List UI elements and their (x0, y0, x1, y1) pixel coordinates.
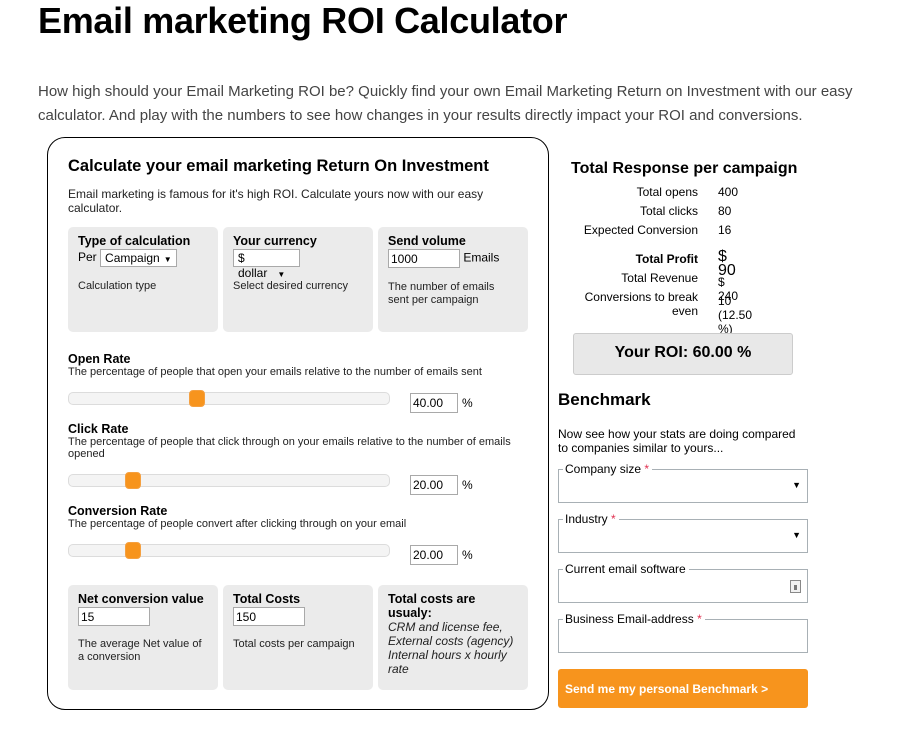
email-software-input[interactable]: Current email software (558, 562, 808, 603)
open-rate-title: Open Rate (68, 352, 131, 366)
currency-value: $ dollar (238, 251, 268, 280)
company-size-label-text: Company size (565, 462, 642, 476)
costs-info-line: CRM and license fee, (388, 620, 503, 634)
costs-info-line: Internal hours x hourly rate (388, 648, 507, 676)
email-software-label: Current email software (563, 562, 689, 576)
currency-note: Select desired currency (233, 280, 348, 292)
net-conversion-title: Net conversion value (78, 592, 204, 606)
business-email-label: Business Email-address * (563, 612, 705, 626)
click-rate-description: The percentage of people that click thro… (68, 436, 511, 460)
result-value: 80 (718, 204, 732, 218)
total-costs-title: Total Costs (233, 592, 301, 606)
send-volume-unit: Emails (463, 250, 500, 265)
click-rate-slider[interactable] (68, 472, 390, 489)
per-label: Per (78, 250, 97, 265)
chevron-down-icon: ▼ (277, 270, 286, 279)
business-email-input[interactable]: Business Email-address * (558, 612, 808, 653)
required-mark: * (644, 462, 650, 476)
profit-label: Total Profit (635, 252, 698, 266)
roi-calculator-card: Calculate your email marketing Return On… (47, 137, 549, 710)
required-mark: * (697, 612, 702, 626)
chevron-down-icon: ▼ (163, 255, 172, 264)
conversion-rate-slider[interactable] (68, 542, 390, 559)
calculator-heading: Calculate your email marketing Return On… (68, 157, 489, 175)
net-conversion-input[interactable]: 15 (78, 607, 150, 626)
industry-select[interactable]: Industry * ▼ (558, 512, 808, 553)
business-email-label-text: Business Email-address (565, 612, 694, 626)
total-costs-box: Total Costs 150 Total costs per campaign (223, 585, 373, 690)
results-heading: Total Response per campaign (571, 160, 798, 177)
click-rate-title: Click Rate (68, 422, 129, 436)
breakeven-label: Conversions to break even (584, 290, 698, 318)
conversion-rate-slider-handle[interactable] (125, 542, 141, 559)
conversion-rate-title: Conversion Rate (68, 504, 168, 518)
industry-label: Industry * (563, 512, 619, 526)
conversion-rate-input[interactable]: 20.00 (410, 545, 458, 565)
revenue-label: Total Revenue (621, 271, 698, 285)
chevron-down-icon: ▼ (792, 480, 801, 490)
net-conversion-box: Net conversion value 15 The average Net … (68, 585, 218, 690)
result-label: Expected Conversion (583, 223, 698, 237)
currency-select[interactable]: $ dollar ▼ (233, 249, 300, 280)
type-of-calculation-box: Type of calculation Per Campaign ▼ Calcul… (68, 227, 218, 332)
company-size-label: Company size * (563, 462, 653, 476)
open-rate-description: The percentage of people that open your … (68, 366, 482, 378)
company-size-select[interactable]: Company size * ▼ (558, 462, 808, 503)
benchmark-heading: Benchmark (558, 390, 651, 409)
roi-result: Your ROI: 60.00 % (573, 333, 793, 375)
calculation-type-value: Campaign (105, 251, 160, 265)
currency-title: Your currency (233, 234, 317, 248)
intro-text: How high should your Email Marketing ROI… (38, 83, 853, 124)
result-value: 400 (718, 185, 739, 199)
open-rate-slider[interactable] (68, 390, 390, 407)
calculator-description: Email marketing is famous for it's high … (68, 187, 484, 215)
result-label: Total opens (636, 185, 698, 199)
profit-value: $ 90 (718, 248, 736, 279)
page-title: Email marketing ROI Calculator (38, 0, 568, 41)
result-label: Total clicks (639, 204, 698, 218)
type-of-calculation-title: Type of calculation (78, 234, 191, 248)
send-benchmark-button[interactable]: Send me my personal Benchmark > (558, 669, 808, 708)
total-costs-note: Total costs per campaign (233, 638, 355, 650)
click-rate-slider-handle[interactable] (125, 472, 141, 489)
costs-info-line: External costs (agency) (388, 634, 514, 648)
conversion-rate-description: The percentage of people convert after c… (68, 518, 407, 530)
send-volume-box: Send volume 1000 Emails The number of em… (378, 227, 528, 332)
open-rate-unit: % (462, 396, 473, 410)
conversion-rate-unit: % (462, 548, 473, 562)
click-rate-unit: % (462, 478, 473, 492)
open-rate-section: Open Rate The percentage of people that … (68, 352, 528, 413)
send-volume-title: Send volume (388, 234, 466, 248)
click-rate-input[interactable]: 20.00 (410, 475, 458, 495)
benchmark-description: Now see how your stats are doing compare… (558, 427, 796, 455)
costs-info-title: Total costs are usualy: (388, 592, 476, 620)
industry-label-text: Industry (565, 512, 608, 526)
send-volume-note: The number of emails sent per campaign (388, 281, 495, 306)
chevron-down-icon: ▼ (792, 530, 801, 540)
conversion-rate-section: Conversion Rate The percentage of people… (68, 504, 528, 565)
currency-box: Your currency $ dollar ▼ Select desired c… (223, 227, 373, 332)
calculation-type-select[interactable]: Campaign ▼ (100, 249, 177, 267)
breakeven-value: 10 (12.50 %) (718, 294, 753, 336)
click-rate-section: Click Rate The percentage of people that… (68, 422, 528, 495)
open-rate-input[interactable]: 40.00 (410, 393, 458, 413)
net-conversion-note: The average Net value of a conversion (78, 638, 202, 663)
total-costs-input[interactable]: 150 (233, 607, 305, 626)
calculation-type-note: Calculation type (78, 280, 157, 292)
autofill-contact-icon[interactable] (790, 580, 801, 593)
costs-info-box: Total costs are usualy: CRM and license … (378, 585, 528, 690)
open-rate-slider-handle[interactable] (189, 390, 205, 407)
result-value: 16 (718, 223, 732, 237)
required-mark: * (611, 512, 616, 526)
send-volume-input[interactable]: 1000 (388, 249, 460, 268)
